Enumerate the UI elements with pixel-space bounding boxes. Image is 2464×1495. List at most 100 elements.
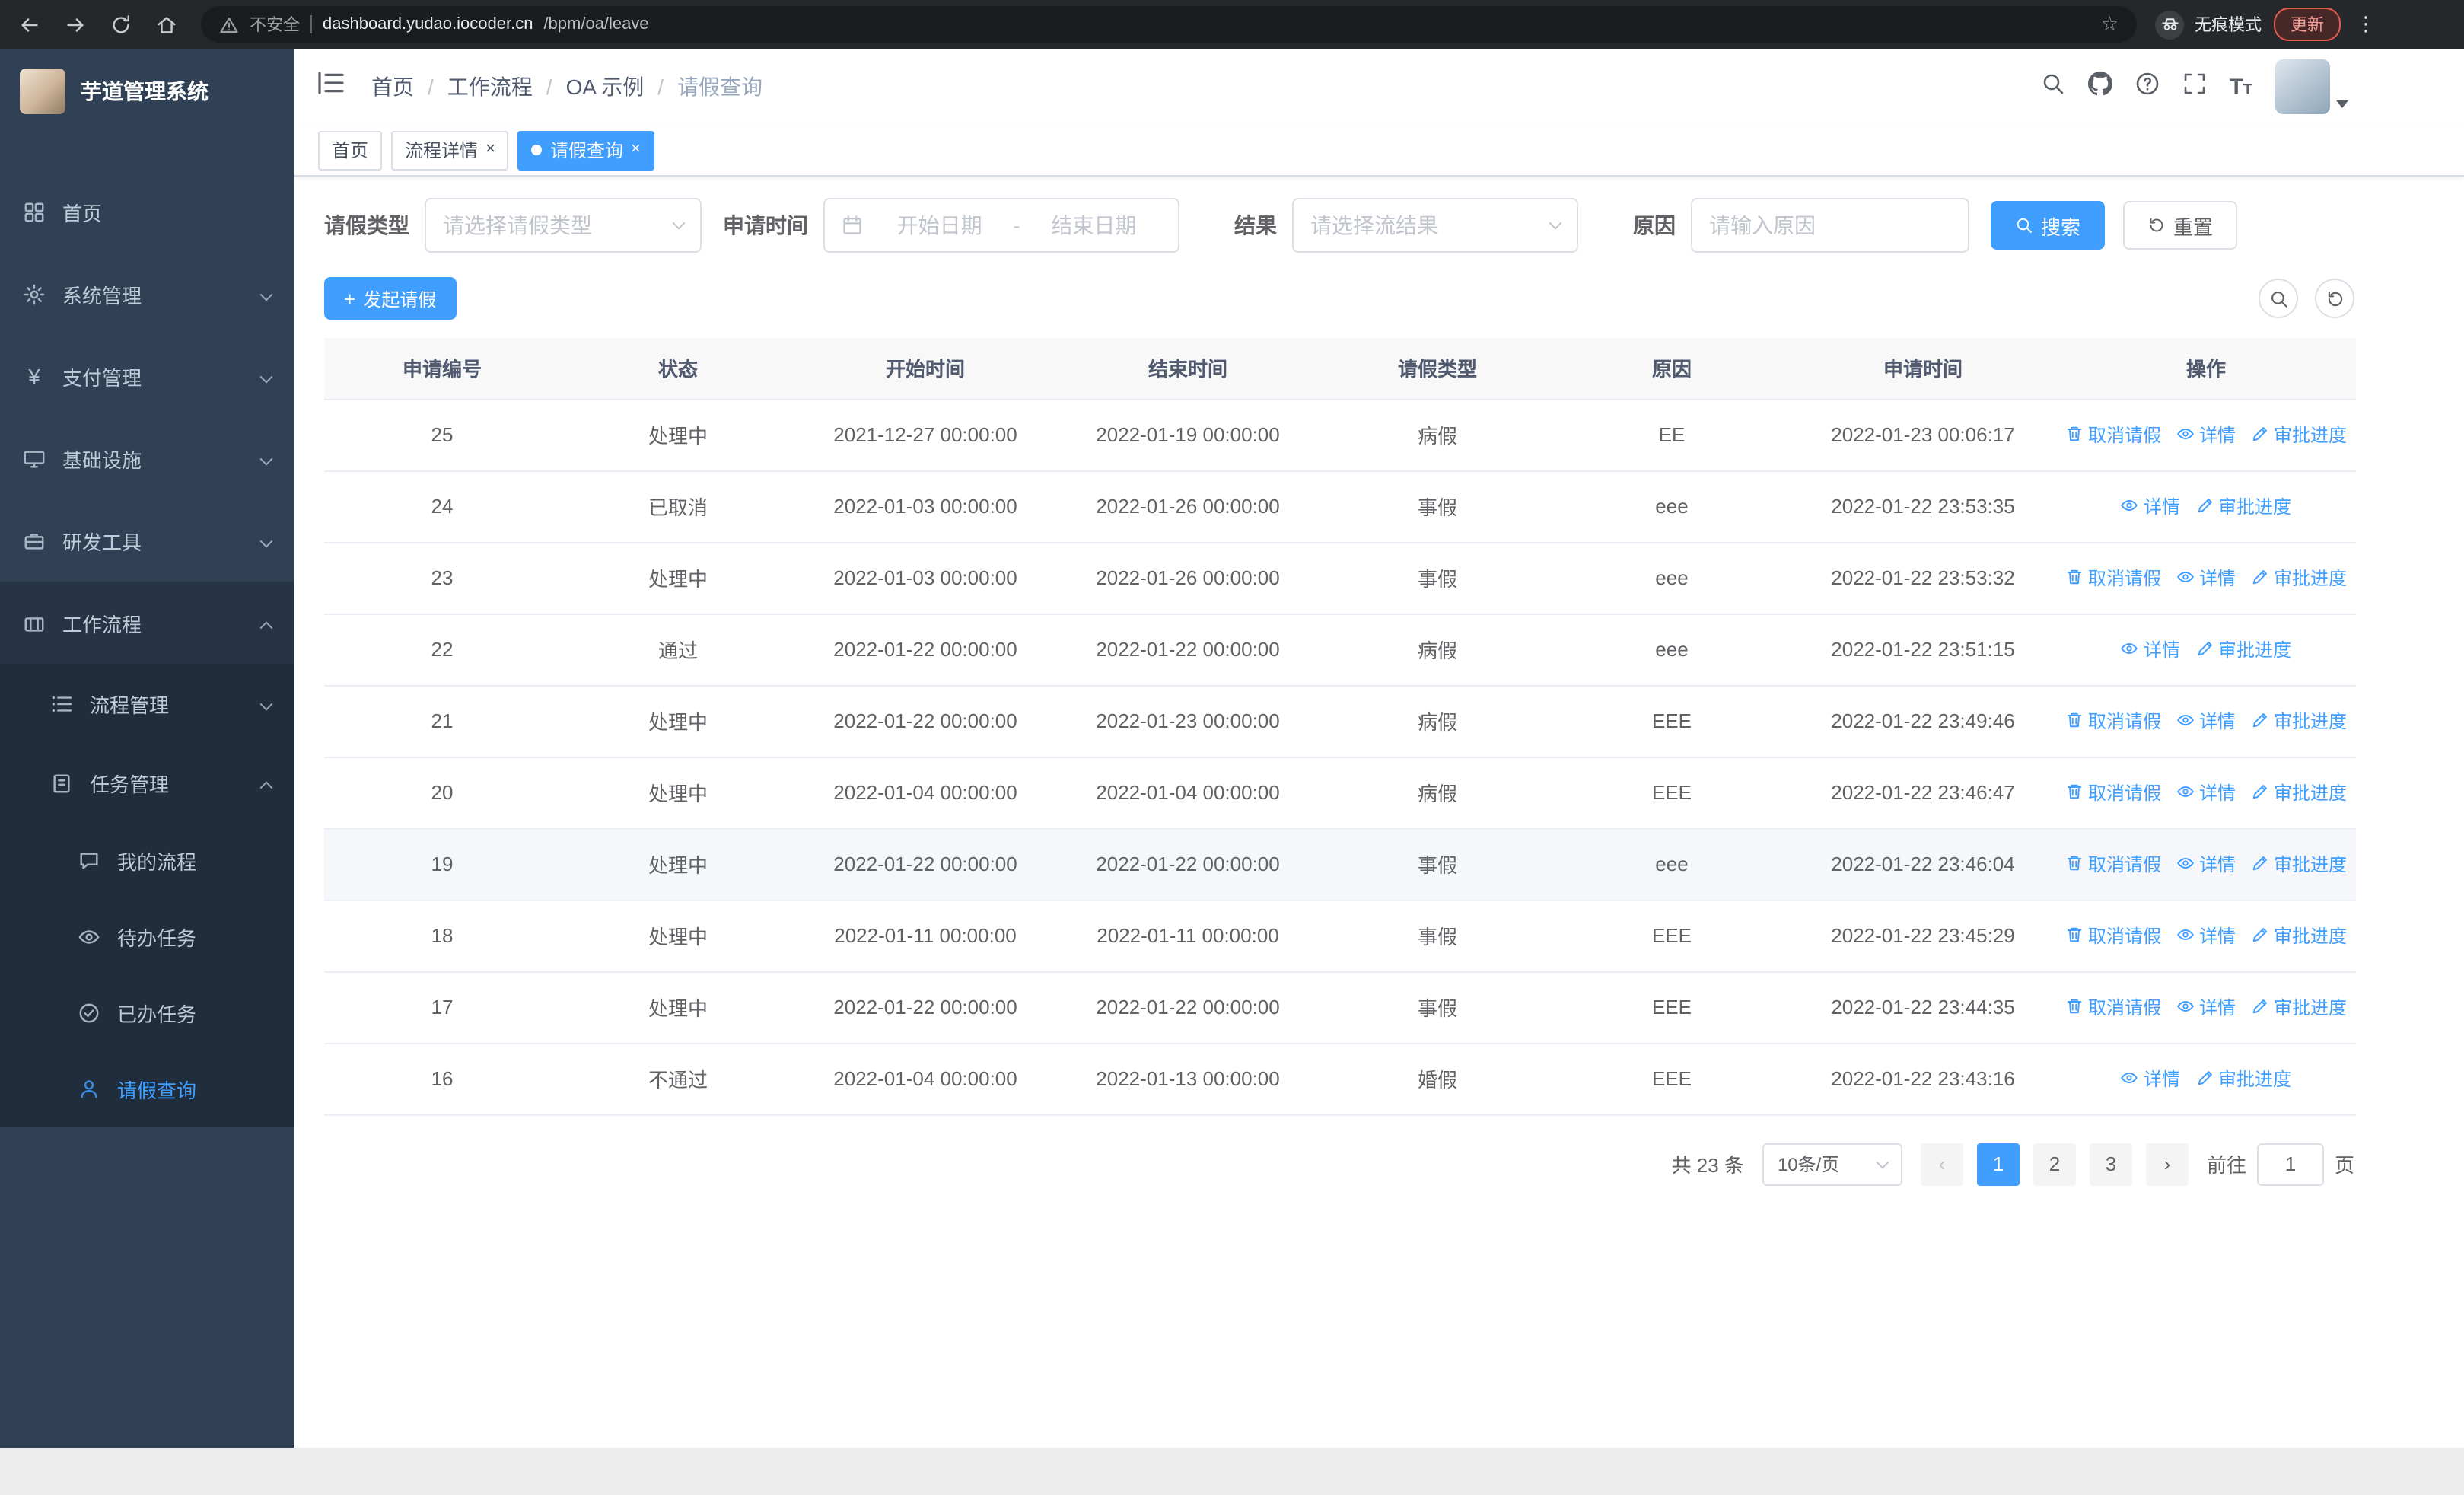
page-button-2[interactable]: 2 (2033, 1143, 2076, 1185)
goto-page-input[interactable] (2256, 1143, 2324, 1185)
close-icon[interactable]: × (631, 141, 641, 158)
sidebar-item-label: 支付管理 (62, 366, 142, 389)
sidebar-item-done-tasks[interactable]: 已办任务 (0, 974, 294, 1050)
detail-action-link[interactable]: 详情 (2176, 923, 2236, 948)
home-button[interactable] (149, 8, 183, 41)
eye-icon (2122, 643, 2138, 655)
cancel-action-link[interactable]: 取消请假 (2065, 422, 2161, 448)
sidebar-item-process-mgmt[interactable]: 流程管理 (0, 664, 294, 743)
next-page-button[interactable]: › (2145, 1143, 2189, 1185)
search-button[interactable]: 搜索 (1991, 201, 2106, 250)
address-bar[interactable]: 不安全 dashboard.yudao.iocoder.cn/bpm/oa/le… (201, 6, 2137, 43)
fullscreen-icon[interactable] (2182, 71, 2206, 103)
github-icon[interactable] (2087, 71, 2112, 103)
detail-action-link[interactable]: 详情 (2176, 565, 2236, 591)
progress-action-link[interactable]: 审批进度 (2251, 422, 2347, 448)
progress-action-link[interactable]: 审批进度 (2195, 1066, 2291, 1092)
user-menu[interactable] (2275, 59, 2348, 114)
progress-action-link[interactable]: 审批进度 (2251, 779, 2347, 805)
sidebar-item-payment[interactable]: ¥ 支付管理 (0, 335, 294, 417)
reason-label: 原因 (1633, 213, 1676, 237)
show-search-button[interactable] (2259, 279, 2298, 318)
tab-process-detail[interactable]: 流程详情 × (391, 130, 509, 170)
progress-action-link[interactable]: 审批进度 (2251, 851, 2347, 877)
close-icon[interactable]: × (485, 141, 495, 158)
select-placeholder: 请选择流结果 (1310, 213, 1438, 237)
reload-button[interactable] (103, 8, 137, 41)
detail-action-link[interactable]: 详情 (2176, 422, 2236, 448)
progress-action-link[interactable]: 审批进度 (2251, 923, 2347, 948)
detail-action-link[interactable]: 详情 (2121, 493, 2180, 519)
help-icon[interactable] (2135, 71, 2159, 103)
cell-leave-type: 事假 (1321, 828, 1554, 901)
detail-action-link[interactable]: 详情 (2176, 851, 2236, 877)
page-button-3[interactable]: 3 (2089, 1143, 2132, 1185)
cancel-action-link[interactable]: 取消请假 (2065, 779, 2161, 805)
cell-start-time: 2022-01-04 00:00:00 (796, 757, 1055, 829)
cancel-action-link[interactable]: 取消请假 (2065, 565, 2161, 591)
cell-actions: 详情 审批进度 (2056, 470, 2356, 543)
font-size-icon[interactable]: TT (2229, 75, 2252, 98)
create-leave-button[interactable]: + 发起请假 (324, 277, 457, 320)
cell-start-time: 2022-01-22 00:00:00 (796, 828, 1055, 901)
progress-action-link[interactable]: 审批进度 (2251, 994, 2347, 1020)
sidebar-item-home[interactable]: 首页 (0, 171, 294, 253)
cancel-action-link[interactable]: 取消请假 (2065, 994, 2161, 1020)
breadcrumb-item[interactable]: OA 示例 (566, 72, 645, 102)
breadcrumb-item[interactable]: 工作流程 (447, 72, 533, 102)
progress-action-link[interactable]: 审批进度 (2195, 636, 2291, 662)
sidebar-item-my-process[interactable]: 我的流程 (0, 822, 294, 898)
header-search-icon[interactable] (2040, 71, 2064, 103)
detail-action-link[interactable]: 详情 (2176, 779, 2236, 805)
cell-id: 21 (324, 685, 560, 757)
leave-type-select[interactable]: 请选择请假类型 (425, 198, 702, 253)
page-size-select[interactable]: 10条/页 (1762, 1143, 1902, 1185)
sidebar-item-task-mgmt[interactable]: 任务管理 (0, 743, 294, 822)
detail-action-link[interactable]: 详情 (2176, 708, 2236, 734)
avatar[interactable] (2275, 59, 2330, 114)
progress-action-link[interactable]: 审批进度 (2251, 708, 2347, 734)
breadcrumb-item[interactable]: 首页 (371, 72, 414, 102)
cell-actions: 取消请假 详情 审批进度 (2056, 542, 2356, 614)
tab-leave-query[interactable]: 请假查询 × (517, 130, 654, 170)
security-label[interactable]: 不安全 (250, 12, 300, 37)
tab-home[interactable]: 首页 (318, 130, 383, 170)
sidebar-item-label: 已办任务 (117, 1003, 197, 1025)
sidebar-item-todo-tasks[interactable]: 待办任务 (0, 898, 294, 974)
sidebar-collapse-button[interactable] (318, 72, 344, 102)
back-button[interactable] (12, 8, 46, 41)
forward-button[interactable] (58, 8, 91, 41)
sidebar-item-system[interactable]: 系统管理 (0, 253, 294, 335)
cancel-action-link[interactable]: 取消请假 (2065, 923, 2161, 948)
cancel-action-link[interactable]: 取消请假 (2065, 708, 2161, 734)
detail-action-link[interactable]: 详情 (2121, 1066, 2180, 1092)
sidebar-item-devtools[interactable]: 研发工具 (0, 499, 294, 582)
browser-menu-button[interactable]: ⋮ (2353, 12, 2379, 37)
prev-page-button[interactable]: ‹ (1920, 1143, 1963, 1185)
sidebar-item-infra[interactable]: 基础设施 (0, 417, 294, 499)
refresh-icon (2150, 218, 2163, 232)
date-range-picker[interactable]: 开始日期 - 结束日期 (823, 198, 1179, 253)
progress-action-link[interactable]: 审批进度 (2251, 565, 2347, 591)
detail-action-link[interactable]: 详情 (2121, 636, 2180, 662)
chrome-update-button[interactable]: 更新 (2274, 8, 2341, 41)
result-select[interactable]: 请选择流结果 (1292, 198, 1578, 253)
cell-id: 18 (324, 900, 560, 972)
detail-action-link[interactable]: 详情 (2176, 994, 2236, 1020)
sidebar-item-leave-query[interactable]: 请假查询 (0, 1050, 294, 1127)
cell-start-time: 2022-01-11 00:00:00 (796, 900, 1055, 972)
sidebar-item-label: 研发工具 (62, 531, 142, 553)
sidebar-item-label: 请假查询 (117, 1079, 197, 1101)
briefcase-icon (24, 617, 44, 631)
refresh-table-button[interactable] (2315, 279, 2354, 318)
reason-input[interactable] (1709, 213, 1951, 237)
table-toolbar: + 发起请假 (324, 277, 2354, 320)
progress-action-link[interactable]: 审批进度 (2195, 493, 2291, 519)
eye-icon (2122, 1073, 2138, 1084)
eye-icon (2177, 715, 2194, 726)
page-button-1[interactable]: 1 (1976, 1143, 2020, 1185)
sidebar-item-workflow[interactable]: 工作流程 (0, 582, 294, 664)
cancel-action-link[interactable]: 取消请假 (2065, 851, 2161, 877)
reset-button[interactable]: 重置 (2123, 201, 2238, 250)
bookmark-star-icon[interactable]: ☆ (2101, 12, 2119, 37)
